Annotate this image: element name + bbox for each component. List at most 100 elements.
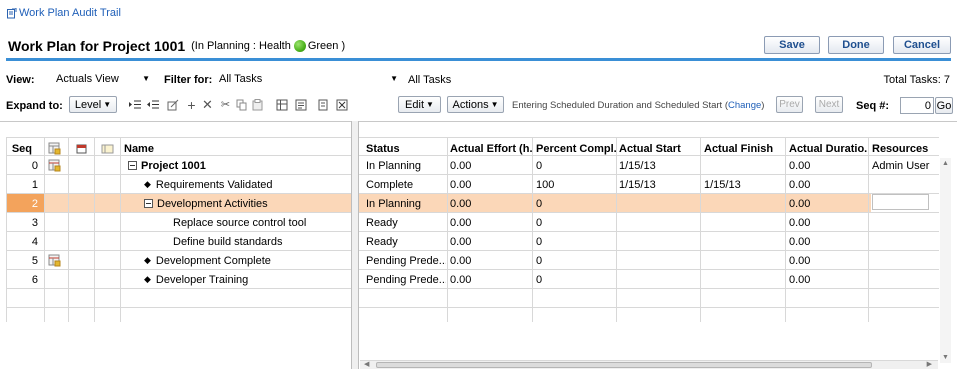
view-select[interactable]: Actuals View ▼ xyxy=(56,70,150,87)
actual-effort-cell[interactable]: 0.00 xyxy=(450,270,532,289)
audit-trail-label[interactable]: Work Plan Audit Trail xyxy=(19,7,121,19)
actual-finish-cell[interactable]: 1/15/13 xyxy=(704,175,782,194)
percent-complete-cell[interactable]: 0 xyxy=(536,156,614,175)
actual-duration-cell[interactable]: 0.00 xyxy=(789,251,867,270)
row-seq[interactable]: 3 xyxy=(6,213,44,232)
add-icon[interactable]: + xyxy=(185,97,198,113)
column-icon[interactable] xyxy=(275,98,288,111)
actual-duration-cell[interactable]: 0.00 xyxy=(789,232,867,251)
export-icon[interactable] xyxy=(317,98,330,111)
change-link[interactable]: Change xyxy=(728,100,761,111)
level-select[interactable]: Level ▼ xyxy=(69,96,117,113)
task-name-cell[interactable]: ◆ Development Complete xyxy=(144,251,348,270)
actual-duration-cell[interactable]: 0.00 xyxy=(789,156,867,175)
status-cell[interactable]: Ready xyxy=(366,213,446,232)
resources-cell[interactable] xyxy=(872,251,938,270)
actual-start-cell[interactable] xyxy=(619,213,697,232)
outdent-icon[interactable] xyxy=(146,98,159,111)
exception-icon[interactable] xyxy=(48,254,61,270)
percent-complete-cell[interactable]: 0 xyxy=(536,232,614,251)
next-button[interactable]: Next xyxy=(815,96,843,113)
copy-icon[interactable] xyxy=(235,98,248,111)
actual-effort-cell[interactable]: 0.00 xyxy=(450,175,532,194)
scroll-left-icon[interactable]: ◀ xyxy=(364,360,369,368)
row-seq[interactable]: 2 xyxy=(6,194,44,213)
scroll-up-icon[interactable]: ▲ xyxy=(942,160,949,167)
resources-cell[interactable] xyxy=(872,175,938,194)
percent-complete-cell[interactable]: 0 xyxy=(536,213,614,232)
resources-cell[interactable] xyxy=(872,232,938,251)
status-cell[interactable]: Complete xyxy=(366,175,446,194)
task-name-cell[interactable]: Define build standards xyxy=(160,232,348,251)
prev-button[interactable]: Prev xyxy=(776,96,803,113)
actual-duration-cell[interactable]: 0.00 xyxy=(789,194,867,213)
go-button[interactable]: Go xyxy=(935,97,953,114)
task-name-cell[interactable]: ◆ Developer Training xyxy=(144,270,348,289)
collapse-icon[interactable] xyxy=(144,199,153,208)
resources-cell[interactable] xyxy=(872,213,938,232)
percent-complete-cell[interactable]: 0 xyxy=(536,270,614,289)
status-cell[interactable]: In Planning xyxy=(366,156,446,175)
filter-select[interactable]: All Tasks ▼ xyxy=(219,70,398,87)
edit-task-icon[interactable] xyxy=(166,98,179,111)
actual-finish-cell[interactable] xyxy=(704,232,782,251)
status-cell[interactable]: Pending Prede... xyxy=(366,251,446,270)
actual-duration-cell[interactable]: 0.00 xyxy=(789,175,867,194)
actual-effort-cell[interactable]: 0.00 xyxy=(450,194,532,213)
collapse-icon[interactable] xyxy=(128,161,137,170)
actual-start-cell[interactable] xyxy=(619,251,697,270)
actual-effort-cell[interactable]: 0.00 xyxy=(450,251,532,270)
actual-duration-cell[interactable]: 0.00 xyxy=(789,270,867,289)
row-seq[interactable]: 1 xyxy=(6,175,44,194)
row-seq[interactable]: 4 xyxy=(6,232,44,251)
actual-effort-cell[interactable]: 0.00 xyxy=(450,232,532,251)
details-icon[interactable] xyxy=(294,98,307,111)
percent-complete-cell[interactable]: 100 xyxy=(536,175,614,194)
actual-finish-cell[interactable] xyxy=(704,270,782,289)
actual-start-cell[interactable] xyxy=(619,194,697,213)
actual-effort-cell[interactable]: 0.00 xyxy=(450,213,532,232)
percent-complete-cell[interactable]: 0 xyxy=(536,251,614,270)
status-cell[interactable]: In Planning xyxy=(366,194,446,213)
vertical-scrollbar[interactable]: ▲ ▼ xyxy=(940,158,951,363)
row-seq[interactable]: 6 xyxy=(6,270,44,289)
task-name-cell[interactable]: Development Activities xyxy=(144,194,348,213)
status-cell[interactable]: Pending Prede... xyxy=(366,270,446,289)
horizontal-scrollbar[interactable]: ◀ ▶ xyxy=(360,360,938,369)
actual-finish-cell[interactable] xyxy=(704,213,782,232)
audit-trail-link[interactable]: Work Plan Audit Trail xyxy=(6,6,121,20)
actual-start-cell[interactable]: 1/15/13 xyxy=(619,175,697,194)
cancel-button[interactable]: Cancel xyxy=(893,36,951,54)
pane-splitter[interactable] xyxy=(351,121,359,369)
resources-cell[interactable] xyxy=(872,194,938,213)
resources-cell[interactable]: Admin User xyxy=(872,156,938,175)
task-name-cell[interactable]: Project 1001 xyxy=(128,156,348,175)
actual-finish-cell[interactable] xyxy=(704,251,782,270)
task-name-cell[interactable]: ◆ Requirements Validated xyxy=(144,175,348,194)
actions-menu-button[interactable]: Actions ▼ xyxy=(447,96,504,113)
edit-menu-button[interactable]: Edit ▼ xyxy=(398,96,441,113)
delete-icon[interactable]: ✕ xyxy=(201,97,214,112)
actual-start-cell[interactable]: 1/15/13 xyxy=(619,156,697,175)
exception-icon[interactable] xyxy=(48,159,61,175)
row-seq[interactable]: 0 xyxy=(6,156,44,175)
cut-icon[interactable]: ✂ xyxy=(219,98,232,111)
resources-cell[interactable] xyxy=(872,270,938,289)
row-seq[interactable]: 5 xyxy=(6,251,44,270)
actual-start-cell[interactable] xyxy=(619,270,697,289)
paste-icon[interactable] xyxy=(251,98,264,111)
status-cell[interactable]: Ready xyxy=(366,232,446,251)
scroll-right-icon[interactable]: ▶ xyxy=(927,360,932,368)
seq-input[interactable] xyxy=(900,97,934,114)
actual-start-cell[interactable] xyxy=(619,232,697,251)
horizontal-scroll-thumb[interactable] xyxy=(376,362,872,368)
percent-complete-cell[interactable]: 0 xyxy=(536,194,614,213)
save-button[interactable]: Save xyxy=(764,36,820,54)
actual-finish-cell[interactable] xyxy=(704,156,782,175)
actual-duration-cell[interactable]: 0.00 xyxy=(789,213,867,232)
excel-icon[interactable] xyxy=(335,98,348,111)
actual-effort-cell[interactable]: 0.00 xyxy=(450,156,532,175)
actual-finish-cell[interactable] xyxy=(704,194,782,213)
task-name-cell[interactable]: Replace source control tool xyxy=(160,213,348,232)
indent-icon[interactable] xyxy=(128,98,141,111)
